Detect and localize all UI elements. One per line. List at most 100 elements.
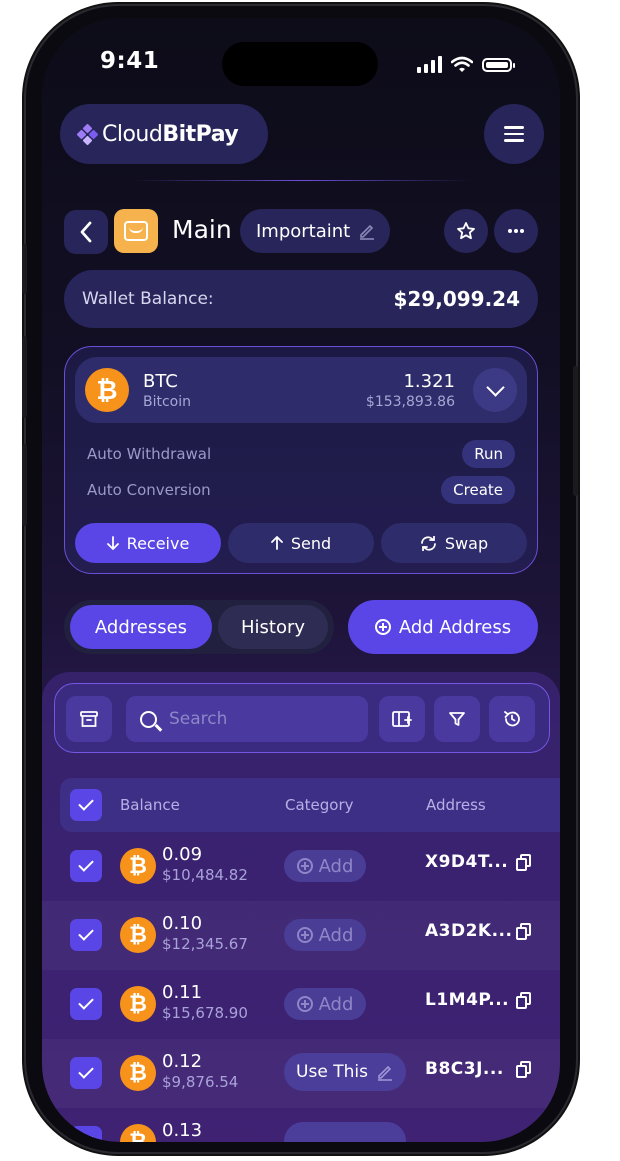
coin-amount: 1.321 [403,371,455,392]
auto-conversion-create-button[interactable]: Create [441,476,515,504]
plus-circle-icon [296,996,313,1012]
menu-button[interactable] [484,104,544,164]
coin-expand-button[interactable] [473,368,517,412]
header-balance[interactable]: Balance [120,796,180,814]
row-checkbox[interactable] [70,988,102,1020]
check-icon [78,856,94,872]
bitcoin-icon: ₿ [120,848,156,884]
archive-button[interactable] [66,696,112,742]
header-address[interactable]: Address [426,796,486,814]
table-header: Balance Category Address [60,778,560,832]
history-icon [504,711,520,727]
brand-name-bold: BitPay [162,121,239,147]
chevron-down-icon [485,378,505,397]
dynamic-island [222,42,378,86]
select-all-checkbox[interactable] [70,789,102,821]
add-category-button[interactable]: Add [284,919,366,951]
add-address-label: Add Address [398,616,512,638]
history-button[interactable] [489,696,535,742]
add-category-label: Add [318,993,354,1015]
filter-button[interactable] [434,696,480,742]
send-button[interactable]: Send [228,523,374,563]
row-amount: 0.13 [162,1120,203,1141]
back-button[interactable] [64,210,108,254]
row-checkbox[interactable] [70,919,102,951]
table-row[interactable]: ₿ 0.10 $12,345.67 Add A3D2K... [42,901,560,970]
wallet-name: Main [172,215,232,244]
check-icon [78,925,94,941]
row-checkbox[interactable] [70,1057,102,1089]
category-chip[interactable]: Use This [284,1053,406,1091]
bitcoin-icon: ₿ [120,1055,156,1091]
phone-volume-down-button [22,444,27,526]
menu-icon [504,126,524,129]
category-chip[interactable] [284,1122,406,1142]
wallet-tag-button[interactable]: Importaint [240,209,390,253]
copy-icon[interactable] [516,854,532,872]
brand-name: CloudBitPay [102,121,239,147]
check-icon [78,795,94,811]
row-address: A3D2K... [425,921,513,941]
bitcoin-icon: ₿ [120,986,156,1022]
tab-history[interactable]: History [218,605,328,649]
swap-button[interactable]: Swap [381,523,527,563]
wallet-tag-label: Importaint [256,220,351,242]
wallet-icon [114,209,158,253]
row-address: X9D4T... [425,852,509,872]
wallet-balance-label: Wallet Balance: [82,289,214,309]
auto-withdrawal-run-button[interactable]: Run [462,440,515,468]
plus-circle-icon [296,927,313,943]
bitcoin-icon: ₿ [120,1124,156,1142]
table-row[interactable]: ₿ 0.11 $15,678.90 Add L1M4P... [42,970,560,1039]
copy-icon[interactable] [516,992,532,1010]
tab-switcher: Addresses History [64,600,334,654]
status-icons [417,56,515,73]
row-fiat: $15,678.90 [162,1004,248,1022]
check-icon [78,1063,94,1079]
add-address-button[interactable]: Add Address [348,600,538,654]
header-category[interactable]: Category [285,796,354,814]
brand-logo[interactable]: CloudBitPay [60,104,268,164]
battery-icon [482,57,515,72]
category-label: Use This [296,1062,368,1082]
add-category-button[interactable]: Add [284,850,366,882]
add-category-label: Add [318,924,354,946]
row-checkbox[interactable] [70,1126,102,1142]
more-options-button[interactable] [494,209,538,253]
search-icon [140,710,157,728]
copy-icon[interactable] [516,923,532,941]
brand-name-light: Cloud [102,121,163,147]
wallet-balance-bar: Wallet Balance: $29,099.24 [64,270,538,328]
row-address: B8C3J... [425,1059,504,1079]
row-amount: 0.10 [162,913,203,934]
tab-addresses[interactable]: Addresses [70,605,212,649]
arrow-up-icon [270,536,283,550]
auto-conversion-label: Auto Conversion [87,481,211,499]
add-category-button[interactable]: Add [284,988,366,1020]
search-input[interactable] [169,709,339,729]
star-icon [457,222,475,240]
receive-button[interactable]: Receive [75,523,221,563]
search-box[interactable] [126,696,368,742]
swap-label: Swap [444,533,489,553]
status-time: 9:41 [100,48,160,74]
table-row[interactable]: ₿ 0.09 $10,484.82 Add X9D4T... [42,832,560,901]
receive-label: Receive [126,533,190,553]
menu-icon-line [504,132,524,136]
coin-card: ₿ BTC Bitcoin 1.321 $153,893.86 Auto Wit… [64,346,538,574]
table-row[interactable]: ₿ 0.12 $9,876.54 Use This B8C3J... [42,1039,560,1108]
columns-button[interactable] [379,696,425,742]
row-amount: 0.09 [162,844,203,865]
phone-volume-up-button [22,336,27,418]
archive-icon [80,711,98,727]
phone-action-button [22,244,27,294]
coin-fiat-value: $153,893.86 [365,394,455,410]
coin-header[interactable]: ₿ BTC Bitcoin 1.321 $153,893.86 [75,357,527,423]
bitcoin-icon: ₿ [120,917,156,953]
wifi-icon [451,56,473,72]
favorite-button[interactable] [444,209,488,253]
table-row[interactable]: ₿ 0.13 [42,1108,560,1142]
row-checkbox[interactable] [70,850,102,882]
arrow-down-icon [106,536,119,550]
copy-icon[interactable] [516,1061,532,1079]
